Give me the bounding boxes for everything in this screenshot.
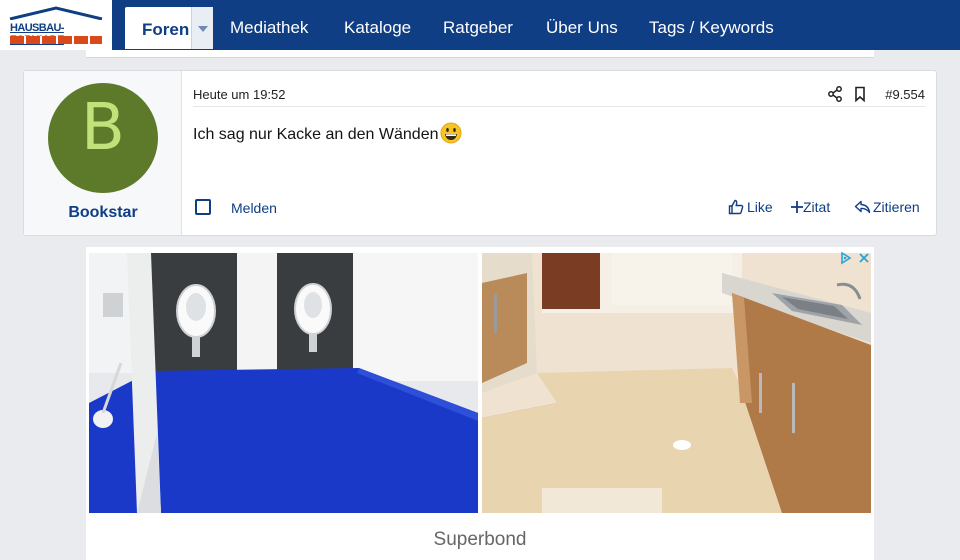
nav-item-tags-keywords[interactable]: Tags / Keywords [649,18,774,38]
nav-dropdown-toggle[interactable] [191,7,213,49]
chevron-down-icon [198,26,208,32]
ad-image-blue-floor[interactable] [89,253,478,513]
nav-item-kataloge[interactable]: Kataloge [344,18,411,38]
avatar-letter: B [81,91,125,165]
logo-bricks [10,36,102,44]
post-message: Ich sag nur Kacke an den Wänden [193,122,462,144]
nav-item-ueber-uns[interactable]: Über Uns [546,18,618,38]
advertisement[interactable]: Superbond [86,247,874,560]
grinning-face-emoji-icon [440,122,461,144]
ad-image-beige-floor[interactable] [482,253,871,513]
post-header: Heute um 19:52 #9.554 [193,85,925,107]
bookmark-icon[interactable] [853,86,867,102]
quote-label: Zitat [803,199,831,215]
nav-item-ratgeber[interactable]: Ratgeber [443,18,513,38]
ad-caption[interactable]: Superbond [86,529,874,551]
forum-post: B Bookstar Heute um 19:52 #9.554 Ich sag… [23,70,937,236]
site-logo[interactable]: HAUSBAU-FORUM.DE [0,0,112,50]
ad-image-kitchen-graphic [482,253,871,513]
reply-button[interactable]: Zitieren [854,197,925,217]
share-icon[interactable] [827,86,843,102]
reply-label: Zitieren [873,199,920,215]
username-link[interactable]: Bookstar [24,204,182,222]
ad-image-restroom-graphic [89,253,478,513]
post-timestamp[interactable]: Heute um 19:52 [193,87,286,102]
post-number[interactable]: #9.554 [885,87,925,102]
post-message-text: Ich sag nur Kacke an den Wänden [193,126,439,143]
like-label: Like [747,199,773,215]
adchoices-icon[interactable] [840,251,872,265]
quote-button[interactable]: Zitat [790,197,840,217]
report-link[interactable]: Melden [231,200,277,216]
logo-roof-icon [9,6,103,20]
sub-navigation-strip [86,50,874,58]
nav-item-mediathek[interactable]: Mediathek [230,18,308,38]
top-navigation: HAUSBAU-FORUM.DE Foren Mediathek Katalog… [0,0,960,50]
reply-icon [854,200,871,214]
post-user-panel: B Bookstar [24,71,182,235]
avatar[interactable]: B [48,83,158,193]
post-footer: Melden Like Zitat Zitieren [193,197,925,219]
thumbs-up-icon [728,199,744,215]
nav-tab-foren[interactable]: Foren [125,7,213,49]
nav-tab-foren-label: Foren [142,20,190,39]
plus-icon [791,201,803,213]
like-button[interactable]: Like [728,197,776,217]
select-post-checkbox[interactable] [195,199,211,215]
